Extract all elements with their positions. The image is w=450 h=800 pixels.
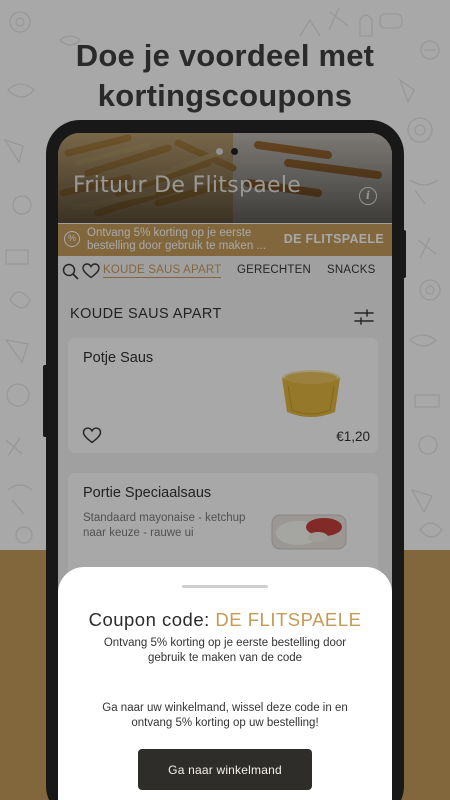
phone-side-button	[43, 365, 49, 437]
category-tabs: KOUDE SAUS APART GERECHTEN SNACKS	[58, 256, 392, 286]
headline-line-1: Doe je voordeel met	[75, 38, 375, 73]
product-price: €1,20	[336, 429, 370, 444]
coupon-code: DE FLITSPAELE	[215, 609, 362, 630]
headline-line-2: kortingscoupons	[97, 78, 353, 113]
tab-koude-saus-apart[interactable]: KOUDE SAUS APART	[103, 264, 222, 278]
info-icon[interactable]: i	[359, 187, 377, 205]
product-card[interactable]: Potje Saus €1,20	[68, 338, 378, 453]
promo-code: DE FLITSPAELE	[283, 232, 384, 246]
tab-snacks[interactable]: SNACKS	[327, 264, 376, 276]
coupon-instruction: Ga naar uw winkelmand, wissel deze code …	[102, 702, 348, 729]
coupon-code-heading: Coupon code: DE FLITSPAELE	[58, 609, 392, 631]
sheet-drag-handle[interactable]	[182, 585, 268, 588]
promo-text: Ontvang 5% korting op je eerste bestelli…	[87, 227, 266, 252]
restaurant-hero-image: Frituur De Flitspaele i	[58, 133, 392, 223]
coupon-description: Ontvang 5% korting op je eerste bestelli…	[103, 637, 347, 664]
product-name: Potje Saus	[83, 350, 154, 366]
phone-side-button	[400, 230, 406, 278]
product-name: Portie Speciaalsaus	[83, 485, 212, 501]
restaurant-name: Frituur De Flitspaele	[73, 173, 302, 198]
sauce-cup-image	[282, 370, 340, 417]
heart-icon[interactable]	[82, 263, 100, 279]
tab-gerechten[interactable]: GERECHTEN	[237, 264, 311, 276]
search-icon[interactable]	[62, 263, 79, 280]
section-title: KOUDE SAUS APART	[70, 306, 222, 322]
filter-icon[interactable]	[354, 309, 374, 325]
percent-icon: %	[64, 231, 80, 247]
product-description: Standaard mayonaise - ketchup naar keuze…	[83, 512, 246, 539]
speciaalsaus-image	[271, 514, 347, 550]
coupon-bottom-sheet: Coupon code: DE FLITSPAELE Ontvang 5% ko…	[58, 567, 392, 800]
coupon-label: Coupon code:	[88, 609, 210, 630]
favorite-heart-icon[interactable]	[82, 427, 102, 444]
promo-banner[interactable]: % Ontvang 5% korting op je eerste bestel…	[58, 224, 392, 256]
camera-indicator	[216, 142, 246, 160]
page-headline: Doe je voordeel met kortingscoupons	[0, 36, 450, 116]
go-to-cart-button[interactable]: Ga naar winkelmand	[138, 749, 312, 790]
